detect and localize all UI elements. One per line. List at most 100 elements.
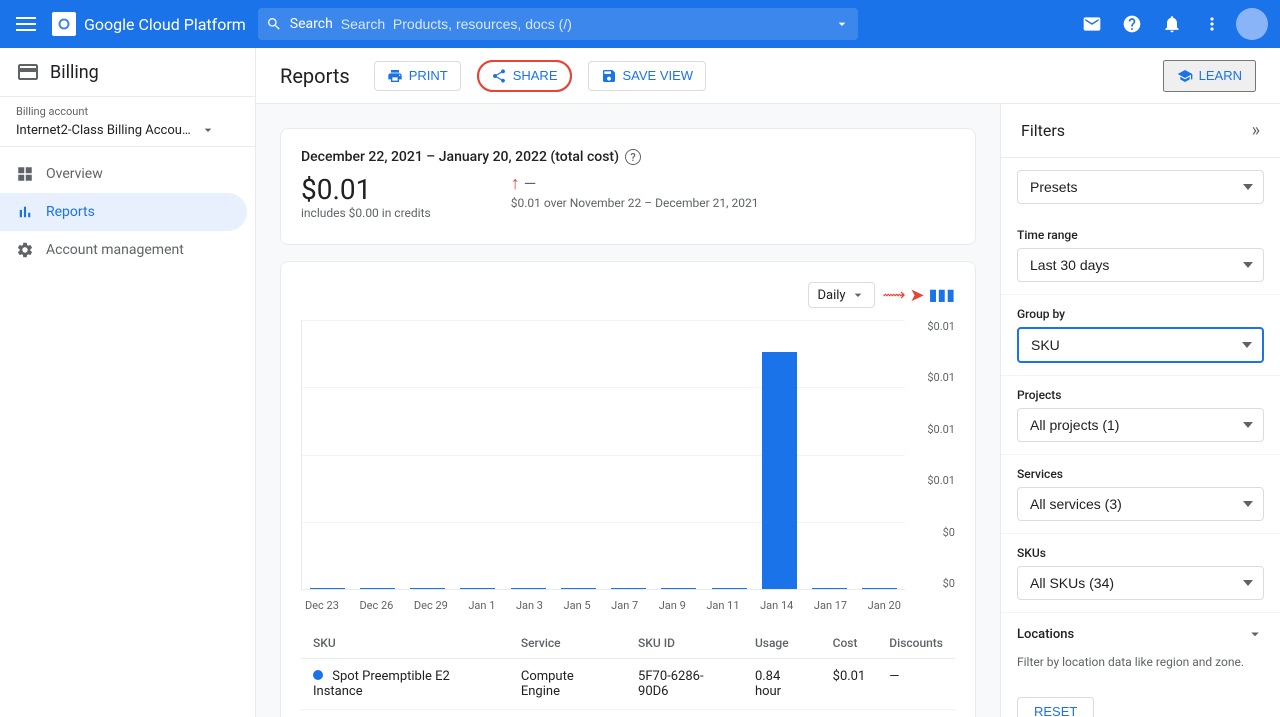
sidebar-item-label-overview: Overview [46, 166, 103, 182]
cost-change-desc: $0.01 over November 22 – December 21, 20… [511, 196, 759, 210]
school-icon [1177, 68, 1193, 84]
print-button[interactable]: PRINT [374, 61, 461, 91]
filters-header: Filters » [1001, 104, 1280, 158]
sku-table: SKU Service SKU ID Usage Cost Discounts [301, 628, 955, 710]
bar-dec23 [302, 320, 352, 589]
sidebar: Billing Billing account Internet2-Class … [0, 48, 256, 717]
help-tooltip-icon[interactable]: ? [625, 149, 641, 165]
app-logo: Google Cloud Platform [52, 12, 246, 36]
total-cost: $0.01 [301, 173, 431, 206]
chart-card: Daily ⟿ ➤ ▮▮▮ [280, 261, 976, 717]
billing-account-label: Billing account [16, 105, 239, 118]
help-icon-btn[interactable] [1116, 8, 1148, 40]
bar-jan14 [754, 320, 804, 589]
notifications-icon-btn[interactable] [1156, 8, 1188, 40]
granularity-select[interactable]: Daily [808, 282, 874, 308]
learn-label: LEARN [1199, 68, 1242, 83]
projects-filter: Projects All projects (1) [1001, 376, 1280, 455]
chart-type-icons: ⟿ ➤ ▮▮▮ [883, 285, 955, 306]
cost-row: $0.01 includes $0.00 in credits ↑ — $0.0… [301, 173, 955, 220]
search-label: Search [290, 16, 333, 32]
group-by-select[interactable]: SKU [1017, 327, 1264, 363]
line-chart-icon[interactable]: ⟿ [883, 285, 906, 306]
search-input[interactable] [341, 16, 826, 32]
bar-chart-toggle-icon[interactable]: ▮▮▮ [929, 285, 955, 306]
cell-sku: Spot Preemptible E2 Instance [301, 659, 509, 710]
settings-icon [16, 241, 34, 259]
billing-account-section: Billing account Internet2-Class Billing … [0, 97, 255, 147]
reset-button[interactable]: RESET [1017, 697, 1094, 717]
cost-change-indicator: ↑ — [511, 173, 759, 194]
notifications-icon [1162, 14, 1182, 34]
time-range-select[interactable]: Last 30 days [1017, 248, 1264, 282]
page-title: Reports [280, 64, 350, 88]
chevron-down-icon [200, 122, 216, 138]
print-icon [387, 68, 403, 84]
services-wrapper: All services (3) [1017, 487, 1264, 521]
chart-container: $0.01 $0.01 $0.01 $0.01 $0 $0 [301, 320, 955, 620]
skus-label: SKUs [1017, 546, 1264, 560]
col-cost: Cost [821, 628, 878, 659]
locations-chevron-icon [1246, 625, 1264, 643]
time-range-filter: Time range › Last 30 days [1001, 216, 1280, 295]
sku-color-dot [313, 670, 323, 680]
filters-collapse-icon[interactable]: » [1252, 120, 1260, 141]
trend-chart-icon[interactable]: ➤ [909, 285, 924, 306]
support-icon-btn[interactable] [1076, 8, 1108, 40]
billing-icon [16, 60, 40, 84]
projects-select[interactable]: All projects (1) [1017, 408, 1264, 442]
granularity-dropdown-icon [850, 287, 866, 303]
up-arrow-icon: ↑ [511, 173, 520, 194]
sidebar-item-overview[interactable]: Overview [0, 155, 247, 193]
hamburger-menu[interactable] [12, 13, 40, 35]
group-by-label: Group by [1017, 307, 1264, 321]
sidebar-item-account[interactable]: Account management [0, 231, 247, 269]
granularity-label: Daily [817, 288, 845, 303]
projects-wrapper: All projects (1) [1017, 408, 1264, 442]
billing-header: Billing [0, 48, 255, 97]
save-view-button[interactable]: SAVE VIEW [588, 61, 707, 91]
share-label: SHARE [513, 68, 558, 83]
bar-jan3 [503, 320, 553, 589]
cell-cost: $0.01 [821, 659, 878, 710]
skus-select[interactable]: All SKUs (34) [1017, 566, 1264, 600]
col-discounts: Discounts [877, 628, 955, 659]
sidebar-item-label-reports: Reports [46, 204, 95, 220]
search-dropdown-icon[interactable] [834, 16, 850, 32]
locations-section[interactable]: Locations [1001, 613, 1280, 655]
page-header: Reports PRINT SHARE SAVE VIEW LEARN [256, 48, 1280, 104]
time-range-label: Time range [1017, 228, 1264, 242]
more-options-icon-btn[interactable] [1196, 8, 1228, 40]
print-label: PRINT [409, 68, 448, 83]
skus-wrapper: All SKUs (34) [1017, 566, 1264, 600]
top-nav: Google Cloud Platform Search [0, 0, 1280, 48]
search-bar[interactable]: Search [258, 8, 858, 40]
col-sku: SKU [301, 628, 509, 659]
search-icon [266, 16, 282, 32]
share-button[interactable]: SHARE [477, 60, 572, 92]
user-avatar[interactable] [1236, 8, 1268, 40]
cost-main: $0.01 includes $0.00 in credits [301, 173, 431, 220]
cost-summary-card: December 22, 2021 – January 20, 2022 (to… [280, 128, 976, 245]
more-vert-icon [1202, 14, 1222, 34]
bar-jan9 [654, 320, 704, 589]
col-sku-id: SKU ID [626, 628, 743, 659]
sidebar-item-reports[interactable]: Reports [0, 193, 247, 231]
col-usage: Usage [743, 628, 821, 659]
services-select[interactable]: All services (3) [1017, 487, 1264, 521]
main-layout: Billing Billing account Internet2-Class … [0, 48, 1280, 717]
bar-dec26 [352, 320, 402, 589]
google-cloud-icon [52, 12, 76, 36]
bar-dec29 [403, 320, 453, 589]
nav-icons [1076, 8, 1268, 40]
dash-icon: — [524, 174, 537, 193]
grid-icon [16, 165, 34, 183]
group-by-wrapper: › SKU [1017, 327, 1264, 363]
billing-account-select[interactable]: Internet2-Class Billing Account-Bu [16, 122, 239, 138]
presets-select[interactable]: Presets [1017, 170, 1264, 204]
bar-jan7 [604, 320, 654, 589]
help-icon [1122, 14, 1142, 34]
services-label: Services [1017, 467, 1264, 481]
app-title: Google Cloud Platform [84, 15, 246, 34]
learn-button[interactable]: LEARN [1163, 60, 1256, 92]
